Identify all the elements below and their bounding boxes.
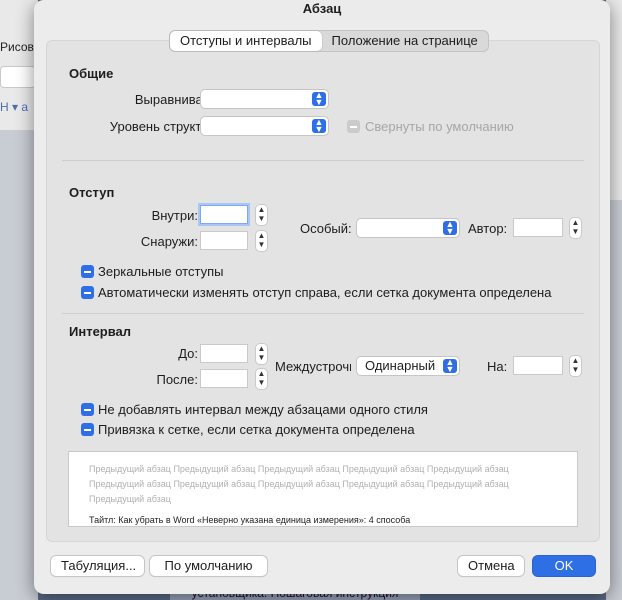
spacing-before-stepper[interactable]: ▲ ▼ (256, 344, 267, 364)
auto-adjust-indent-checkbox[interactable] (81, 286, 94, 299)
spacing-at-stepper[interactable]: ▲ ▼ (570, 356, 581, 376)
indent-inside-field[interactable] (201, 206, 247, 223)
line-spacing-value: Одинарный (365, 358, 436, 373)
indent-outside-stepper[interactable]: ▲ ▼ (256, 231, 267, 251)
spacing-after-label: После: (156, 372, 198, 387)
special-indent-popup[interactable]: ▲ ▼ (357, 219, 459, 237)
section-general-heading: Общие (69, 66, 114, 81)
set-default-button[interactable]: По умолчанию (150, 556, 267, 576)
section-indent-heading: Отступ (69, 185, 115, 200)
mirror-indents-label: Зеркальные отступы (98, 264, 224, 279)
ribbon-misc-text: Н ▾ а (0, 100, 29, 114)
indent-outside-field[interactable] (201, 232, 247, 249)
auto-adjust-indent-label: Автоматически изменять отступ справа, ес… (98, 285, 552, 300)
font-size-select[interactable] (0, 66, 36, 88)
spacing-after-field[interactable] (201, 370, 247, 387)
line-spacing-label: Междустрочн (275, 359, 351, 374)
tab-indents-spacing[interactable]: Отступы и интервалы (170, 31, 322, 51)
snap-to-grid-checkbox[interactable] (81, 423, 94, 436)
indent-by-field[interactable] (514, 219, 562, 236)
tab-bar: Отступы и интервалы Положение на страниц… (169, 30, 489, 52)
popup-arrows-icon: ▲ ▼ (443, 220, 457, 236)
spacing-before-field[interactable] (201, 345, 247, 362)
spacing-before-label: До: (178, 346, 198, 361)
outline-level-popup[interactable]: ▲ ▼ (201, 117, 328, 135)
tab-line-page-breaks[interactable]: Положение на странице (322, 31, 488, 51)
collapsed-by-default-label: Свернуты по умолчанию (365, 119, 514, 134)
popup-arrows-icon: ▲ ▼ (443, 358, 457, 374)
tabs-button[interactable]: Табуляция... (51, 556, 144, 576)
snap-to-grid-label: Привязка к сетке, если сетка документа о… (98, 422, 415, 437)
mirror-indents-checkbox[interactable] (81, 265, 94, 278)
section-spacing-heading: Интервал (69, 324, 132, 339)
indent-outside-label: Снаружи: (140, 234, 198, 249)
dialog-title: Абзац (34, 0, 610, 22)
indent-by-stepper[interactable]: ▲ ▼ (570, 218, 581, 238)
paragraph-preview: Предыдущий абзац Предыдущий абзац Предыд… (68, 451, 578, 527)
spacing-at-label: На: (487, 359, 508, 374)
cancel-button[interactable]: Отмена (458, 556, 524, 576)
collapsed-by-default-checkbox[interactable] (347, 120, 360, 133)
line-spacing-popup[interactable]: Одинарный ▲ ▼ (357, 357, 459, 375)
separator (62, 160, 584, 161)
indent-inside-stepper[interactable]: ▲ ▼ (256, 205, 267, 225)
special-indent-label: Особый: (300, 221, 352, 236)
separator (62, 313, 584, 314)
indent-inside-label: Внутри: (151, 208, 198, 223)
popup-arrows-icon: ▲ ▼ (312, 91, 326, 107)
no-space-same-style-checkbox[interactable] (81, 403, 94, 416)
popup-arrows-icon: ▲ ▼ (312, 118, 326, 134)
indent-by-label: Автор: (468, 221, 508, 236)
ok-button[interactable]: OK (533, 556, 595, 576)
background-word-window-left: Рисова Н ▾ а (0, 0, 40, 600)
alignment-popup[interactable]: ▲ ▼ (201, 90, 328, 108)
document-background (0, 130, 38, 600)
spacing-at-field[interactable] (514, 357, 562, 374)
no-space-same-style-label: Не добавлять интервал между абзацами одн… (98, 402, 428, 417)
preview-previous-paragraph: Предыдущий абзац Предыдущий абзац Предыд… (89, 464, 509, 504)
paragraph-dialog: Абзац Отступы и интервалы Положение на с… (34, 0, 610, 594)
spacing-after-stepper[interactable]: ▲ ▼ (256, 369, 267, 389)
preview-current-paragraph: Тайтл: Как убрать в Word «Неверно указан… (89, 515, 411, 525)
